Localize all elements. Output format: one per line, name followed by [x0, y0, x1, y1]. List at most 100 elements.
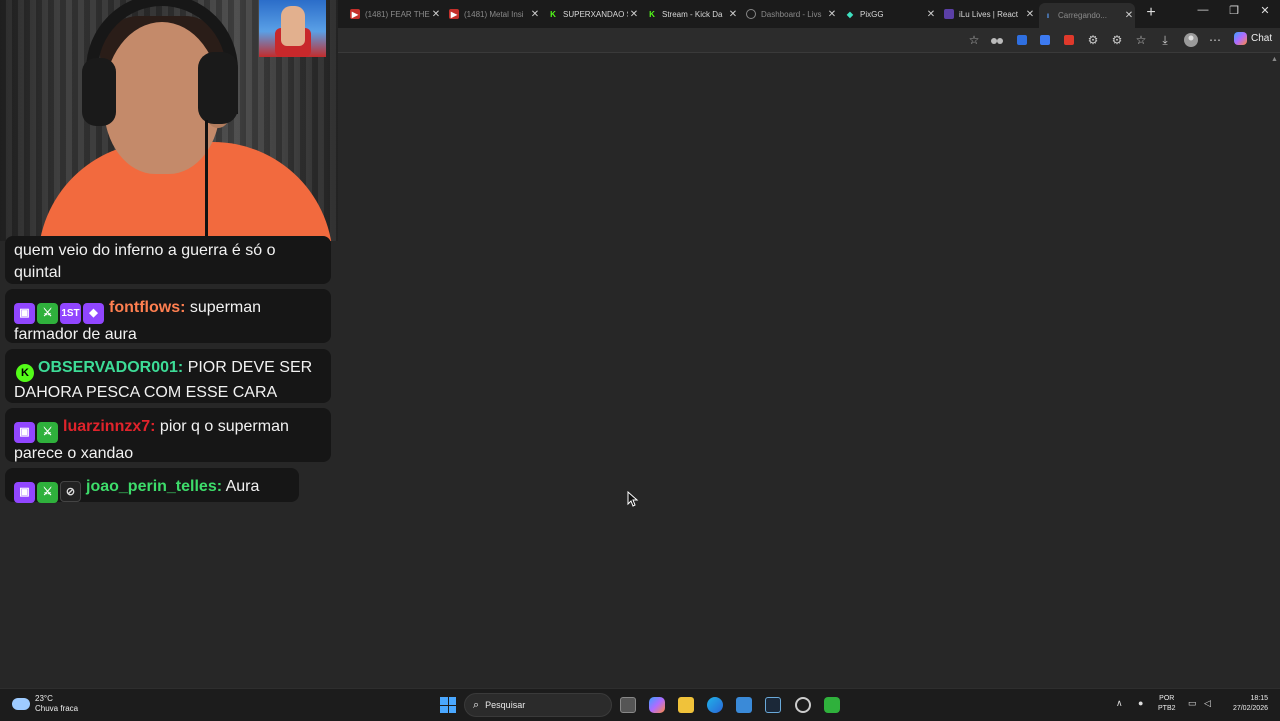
superman-poster: [259, 0, 326, 57]
copilot-icon: [1234, 32, 1247, 45]
windows-start-icon[interactable]: [440, 697, 456, 713]
sword-badge-icon: ⚔: [37, 422, 58, 443]
browser-tab[interactable]: ◆ PixGG ✕: [841, 3, 937, 25]
ilu-icon: [944, 9, 954, 19]
office-extension-icon[interactable]: [1062, 33, 1076, 47]
youtube-icon: ▶: [449, 9, 459, 19]
browser-tab[interactable]: Dashboard - Livs ✕: [742, 3, 838, 25]
first-badge-icon: 1ST: [60, 303, 81, 324]
poster-figure: [281, 6, 305, 46]
windows-taskbar: 23°C Chuva fraca ⌕ Pesquisar ∧ ● POR PTB…: [0, 688, 1280, 721]
browser-tab-active[interactable]: ı Carregando... ✕: [1039, 3, 1135, 28]
restore-button[interactable]: ❐: [1219, 4, 1249, 17]
headphone-cable: [205, 120, 208, 240]
performance-icon[interactable]: ⚙: [1110, 33, 1124, 47]
close-window-button[interactable]: ✕: [1250, 4, 1280, 17]
copilot-chat-button[interactable]: Chat: [1234, 32, 1272, 45]
steam-icon[interactable]: [765, 697, 781, 713]
username: joao_perin_telles:: [86, 478, 223, 495]
chevron-up-icon[interactable]: ∧: [1116, 698, 1123, 709]
lang-line2: PTB2: [1158, 705, 1176, 712]
close-tab-icon[interactable]: ✕: [1123, 10, 1135, 21]
clock-date: 27/02/2026: [1232, 705, 1268, 712]
kick-icon: K: [16, 364, 34, 382]
browser-tab[interactable]: K Stream - Kick Da ✕: [643, 3, 739, 25]
username: OBSERVADOR001:: [38, 359, 184, 376]
search-placeholder: Pesquisar: [485, 700, 526, 710]
youtube-icon: ▶: [350, 9, 360, 19]
message-text: quem veio do inferno a guerra é só o qui…: [14, 242, 276, 281]
scrollbar[interactable]: [1274, 53, 1277, 685]
minimize-button[interactable]: —: [1188, 4, 1218, 16]
mouse-cursor-icon: [627, 491, 639, 507]
pixgg-icon: ◆: [846, 9, 854, 19]
message-text: Aura: [225, 478, 260, 495]
chat-message: ▣ ⚔ ⊘ joao_perin_telles: Aura: [5, 468, 299, 503]
webcam-feed: [0, 0, 338, 241]
tab-title: iLu Lives | React: [959, 9, 1018, 19]
store-icon[interactable]: [736, 697, 752, 713]
language-indicator[interactable]: POR PTB2: [1158, 694, 1176, 714]
kick-icon: K: [550, 9, 556, 19]
microphone-icon[interactable]: ●: [1138, 698, 1143, 708]
favorites-icon[interactable]: ☆: [1134, 33, 1148, 47]
browser-toolbar: ☆ ⚙ ⚙ ☆ ⤓ ⋯ Chat: [338, 28, 1280, 52]
browser-tab[interactable]: ▶ (1481) Metal Insi ✕: [445, 3, 541, 25]
twitch-icon: ▣: [14, 482, 35, 503]
lang-line1: POR: [1159, 695, 1175, 702]
taskbar-search[interactable]: ⌕ Pesquisar: [464, 693, 612, 717]
chat-app-icon[interactable]: [824, 697, 840, 713]
sword-badge-icon: ⚔: [37, 482, 58, 503]
tab-title: Stream - Kick Da: [662, 9, 723, 19]
browser-tab[interactable]: ▶ (1481) FEAR THE ✕: [346, 3, 442, 25]
weather-temp: 23°C: [35, 694, 53, 703]
close-tab-icon[interactable]: ✕: [1024, 9, 1036, 20]
kick-icon: K: [649, 9, 655, 19]
tab-title: Dashboard - Livs: [761, 9, 822, 19]
close-tab-icon[interactable]: ✕: [628, 9, 640, 20]
close-tab-icon[interactable]: ✕: [727, 9, 739, 20]
headphone-cup: [82, 58, 116, 126]
clock-time: 18:15: [1250, 695, 1268, 702]
edge-browser-icon[interactable]: [707, 697, 723, 713]
obs-icon[interactable]: [795, 697, 811, 713]
chat-message: ▣ ⚔ luarzinnzx7: pior q o superman parece …: [5, 408, 331, 462]
system-clock[interactable]: 18:15 27/02/2026: [1222, 694, 1268, 714]
copilot-icon[interactable]: [649, 697, 665, 713]
close-tab-icon[interactable]: ✕: [529, 9, 541, 20]
tab-title: SUPERXANDAO S: [563, 9, 628, 19]
favorite-star-icon[interactable]: ☆: [967, 33, 981, 47]
close-tab-icon[interactable]: ✕: [925, 9, 937, 20]
close-tab-icon[interactable]: ✕: [430, 9, 442, 20]
globe-icon: [746, 9, 756, 19]
extension-icon[interactable]: [990, 33, 1004, 47]
headphone-cup: [198, 52, 238, 124]
profile-avatar-icon[interactable]: [1184, 33, 1198, 47]
chat-message: K OBSERVADOR001: PIOR DEVE SER DAHORA PES…: [5, 349, 331, 403]
volume-icon[interactable]: ◁: [1204, 698, 1211, 709]
twitch-icon: ▣: [14, 422, 35, 443]
browser-tab-strip: ▶ (1481) FEAR THE ✕ ▶ (1481) Metal Insi …: [338, 0, 1280, 28]
browser-tab[interactable]: K SUPERXANDAO S ✕: [544, 3, 640, 25]
eye-slash-badge-icon: ⊘: [60, 481, 81, 502]
more-menu-icon[interactable]: ⋯: [1208, 33, 1222, 47]
puzzle-extension-icon[interactable]: ⚙: [1086, 33, 1100, 47]
chat-message: quem veio do inferno a guerra é só o qui…: [5, 236, 331, 284]
file-explorer-icon[interactable]: [678, 697, 694, 713]
task-view-icon[interactable]: [620, 697, 636, 713]
twitch-icon: ▣: [14, 303, 35, 324]
network-icon[interactable]: ▭: [1188, 698, 1197, 709]
content-divider: [338, 52, 1280, 53]
browser-tab[interactable]: iLu Lives | React ✕: [940, 3, 1036, 25]
loading-icon: ı: [1046, 11, 1050, 20]
downloads-icon[interactable]: ⤓: [1158, 33, 1172, 47]
translate-extension-icon[interactable]: [1038, 33, 1052, 47]
new-tab-button[interactable]: +: [1141, 4, 1161, 22]
gem-badge-icon: ◆: [83, 303, 104, 324]
close-tab-icon[interactable]: ✕: [826, 9, 838, 20]
shield-extension-icon[interactable]: [1015, 33, 1029, 47]
sword-badge-icon: ⚔: [37, 303, 58, 324]
weather-widget[interactable]: 23°C Chuva fraca: [12, 694, 78, 714]
address-bar[interactable]: [338, 30, 968, 50]
tab-title: (1481) FEAR THE: [365, 9, 430, 19]
